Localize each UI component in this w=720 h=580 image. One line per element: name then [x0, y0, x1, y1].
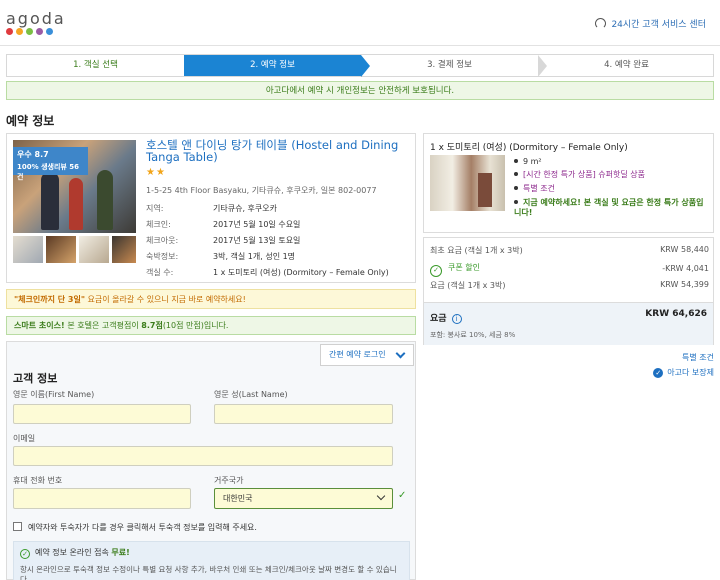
urgency-text: 요금이 올라갈 수 있으니 지금 바로 예약하세요!: [85, 295, 246, 304]
info-row-checkin: 체크인: 2017년 5월 10일 수요일: [146, 220, 301, 229]
first-name-label: 영문 이름(First Name): [13, 390, 95, 399]
smart-choice-suffix: (10점 만점)입니다.: [162, 321, 229, 330]
info-row-rooms: 객실 수: 1 x 도미토리 (여성) (Dormitory – Female O…: [146, 268, 389, 277]
hotel-star-rating: ★★: [146, 167, 166, 178]
total-label: 요금 i: [430, 311, 462, 324]
price-total-area: 요금 i KRW 64,626 포함: 봉사료 10%, 세금 8%: [424, 302, 713, 345]
price-row-base: 최초 요금 (객실 1개 x 3박) KRW 58,440: [430, 245, 709, 255]
check-circle-icon: ✓: [20, 549, 30, 559]
room-feature: 지금 예약하세요! 본 객실 및 요금은 한정 특가 상품입니다!: [514, 198, 704, 217]
other-guest-option[interactable]: 예약자와 투숙자가 다를 경우 클릭해서 투숙객 정보를 입력해 주세요.: [13, 522, 257, 533]
agoda-logo[interactable]: agoda: [6, 9, 66, 28]
review-score: 우수 8.7: [17, 150, 49, 159]
total-value: KRW 64,626: [645, 309, 707, 319]
review-badge: 우수 8.7 100% 생생리뷰 56건: [13, 147, 88, 181]
hotel-thumbnail[interactable]: [46, 236, 76, 263]
hotel-thumbnail[interactable]: [112, 236, 136, 263]
last-name-input[interactable]: [214, 404, 393, 424]
room-feature: [시간 한정 특가 상품] 슈퍼핫딜 상품: [514, 170, 709, 180]
email-input[interactable]: [13, 446, 393, 466]
support-center-label: 24시간 고객 서비스 센터: [611, 20, 706, 30]
urgency-alert: "체크인까지 단 3일" 요금이 올라갈 수 있으니 지금 바로 예약하세요!: [6, 289, 416, 309]
agoda-guarantee-link[interactable]: ✓ 아고다 보장제: [653, 367, 714, 378]
phone-input[interactable]: [13, 488, 191, 509]
booking-steps: 1. 객실 선택 2. 예약 정보 3. 결제 정보 4. 예약 완료: [6, 54, 714, 77]
room-photo[interactable]: [430, 155, 505, 211]
hotel-summary-card: 우수 8.7 100% 생생리뷰 56건 호스텔 앤 다이닝 탕가 테이블 (H…: [6, 133, 416, 283]
logo-dot: [46, 28, 53, 35]
country-label: 거주국가: [214, 476, 244, 485]
country-value: 대한민국: [223, 494, 253, 503]
price-row-coupon: ✓ 쿠폰 할인 -KRW 4,041: [430, 262, 709, 277]
info-row-checkout: 체크아웃: 2017년 5월 13일 토요일: [146, 236, 301, 245]
price-summary: 최초 요금 (객실 1개 x 3박) KRW 58,440 ✓ 쿠폰 할인 -KRW …: [423, 237, 714, 345]
guest-info-form: 간편 예약 로그인 고객 정보 영문 이름(First Name) 영문 성(L…: [6, 341, 416, 580]
step-3: 3. 결제 정보: [427, 60, 472, 70]
logo-dot: [6, 28, 13, 35]
info-row-region: 지역: 기타큐슈, 후쿠오카: [146, 204, 277, 213]
country-select[interactable]: 대한민국: [214, 488, 393, 509]
hotel-thumbnail[interactable]: [79, 236, 109, 263]
headset-icon: [595, 18, 607, 29]
room-feature: 9 m²: [514, 157, 709, 167]
smart-choice-text: 본 호텔은 고객평점이: [67, 321, 142, 330]
hotel-address: 1-5-25 4th Floor Basyaku, 기타큐슈, 후쿠오카, 일본…: [146, 186, 377, 195]
secure-notice: 아고다에서 예약 시 개인정보는 안전하게 보호됩니다.: [6, 81, 714, 100]
last-name-label: 영문 성(Last Name): [214, 390, 288, 399]
urgency-highlight: "체크인까지 단 3일": [14, 295, 85, 304]
other-guest-label: 예약자와 투숙자가 다를 경우 클릭해서 투숙객 정보를 입력해 주세요.: [28, 523, 257, 532]
quick-login-label: 간편 예약 로그인: [329, 350, 386, 359]
online-access-free: 무료!: [111, 548, 130, 557]
info-icon[interactable]: i: [451, 314, 462, 324]
email-label: 이메일: [13, 434, 36, 443]
chevron-down-icon: [395, 348, 406, 359]
quick-login-button[interactable]: 간편 예약 로그인: [320, 344, 414, 366]
hotel-thumbnail[interactable]: [13, 236, 43, 263]
online-access-title: ✓ 예약 정보 온라인 접속 무료!: [20, 547, 130, 559]
room-summary-card: 1 x 도미토리 (여성) (Dormitory – Female Only) …: [423, 133, 714, 233]
step-2: 2. 예약 정보: [184, 55, 361, 76]
first-name-input[interactable]: [13, 404, 191, 424]
room-feature[interactable]: 특별 조건: [514, 184, 709, 194]
special-conditions-link[interactable]: 특별 조건: [682, 352, 714, 363]
price-row-subtotal: 요금 (객실 1개 x 3박) KRW 54,399: [430, 280, 709, 290]
room-title: 1 x 도미토리 (여성) (Dormitory – Female Only): [430, 143, 628, 153]
page-title: 예약 정보: [6, 114, 55, 128]
smart-choice-alert: 스마트 초이스! 본 호텔은 고객평점이 8.7점(10점 만점)입니다.: [6, 316, 416, 335]
chevron-down-icon: [376, 491, 386, 501]
guest-info-title: 고객 정보: [13, 372, 58, 385]
step-1[interactable]: 1. 객실 선택: [7, 55, 184, 76]
other-guest-checkbox[interactable]: [13, 522, 22, 531]
online-access-description: 항시 온라인으로 투숙객 정보 수정이나 특별 요청 사항 추가, 바우처 인쇄…: [20, 565, 397, 580]
logo-dot: [16, 28, 23, 35]
support-center-link[interactable]: 24시간 고객 서비스 센터: [595, 17, 706, 30]
logo-dot: [26, 28, 33, 35]
agoda-logo-dots: [6, 28, 66, 36]
info-row-stay: 숙박정보: 3박, 객실 1개, 성인 1명: [146, 252, 296, 261]
review-count: 100% 생생리뷰 56건: [17, 163, 80, 181]
coupon-icon: ✓: [430, 265, 442, 277]
check-circle-icon: ✓: [653, 368, 664, 378]
step-4: 4. 예약 완료: [604, 60, 649, 70]
tax-note: 포함: 봉사료 10%, 세금 8%: [430, 331, 516, 339]
check-icon: ✓: [398, 490, 407, 501]
hotel-name[interactable]: 호스텔 앤 다이닝 탕가 테이블 (Hostel and Dining Tang…: [146, 139, 411, 163]
smart-choice-score: 8.7점: [141, 321, 163, 330]
online-access-notice: ✓ 예약 정보 온라인 접속 무료! 항시 온라인으로 투숙객 정보 수정이나 특…: [13, 541, 410, 580]
page-header: agoda 24시간 고객 서비스 센터: [0, 0, 720, 46]
logo-dot: [36, 28, 43, 35]
smart-choice-prefix: 스마트 초이스!: [14, 321, 68, 330]
phone-label: 휴대 전화 번호: [13, 476, 63, 485]
